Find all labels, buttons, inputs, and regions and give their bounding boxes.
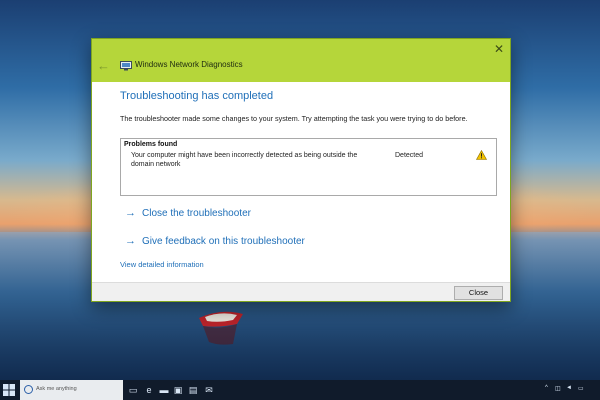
taskbar-search-placeholder: Ask me anything (36, 386, 77, 392)
network-tray-icon[interactable]: ◫ (555, 385, 561, 392)
notifications-tray-icon[interactable]: ▭ (578, 385, 584, 392)
close-button[interactable]: Close (454, 286, 503, 300)
close-troubleshooter-link[interactable]: → Close the troubleshooter (125, 207, 251, 219)
warning-icon (476, 150, 487, 160)
give-feedback-link[interactable]: → Give feedback on this troubleshooter (125, 235, 305, 247)
problems-found-panel: Problems found Your computer might have … (120, 138, 497, 196)
network-diagnostics-dialog: ← Windows Network Diagnostics ✕ Troubles… (91, 38, 511, 302)
tray-chevron-icon[interactable]: ^ (545, 385, 548, 391)
problem-status: Detected (395, 152, 424, 159)
app-icon[interactable]: ▤ (187, 384, 199, 396)
edge-icon[interactable]: e (143, 384, 155, 396)
start-icon[interactable] (3, 384, 15, 396)
arrow-right-icon: → (125, 235, 136, 247)
close-troubleshooter-label: Close the troubleshooter (142, 208, 251, 219)
task-view-icon[interactable]: ▭ (127, 384, 139, 396)
mail-icon[interactable]: ✉ (203, 384, 215, 396)
file-explorer-icon[interactable]: ▬ (158, 384, 170, 396)
taskbar-search-box[interactable]: Ask me anything (20, 380, 123, 400)
give-feedback-label: Give feedback on this troubleshooter (142, 236, 305, 247)
store-icon[interactable]: ▣ (172, 384, 184, 396)
back-arrow-icon[interactable]: ← (97, 59, 111, 73)
page-heading: Troubleshooting has completed (120, 90, 274, 102)
window-title: Windows Network Diagnostics (135, 60, 243, 69)
description-text: The troubleshooter made some changes to … (120, 114, 468, 123)
arrow-right-icon: → (125, 207, 136, 219)
taskbar: Ask me anything ▭ e ▬ ▣ ▤ ✉ ^ ◫ ◄ ▭ (0, 380, 600, 400)
title-bar: ← Windows Network Diagnostics ✕ (92, 39, 510, 82)
cortana-icon (24, 385, 33, 394)
close-window-button[interactable]: ✕ (490, 41, 508, 57)
network-diagnostics-app-icon (120, 61, 132, 71)
dialog-footer: Close (92, 282, 510, 301)
problems-found-header: Problems found (124, 141, 178, 148)
problem-description: Your computer might have been incorrectl… (131, 152, 358, 168)
volume-tray-icon[interactable]: ◄ (566, 385, 572, 391)
view-detailed-information-link[interactable]: View detailed information (120, 260, 204, 269)
desktop-boat (199, 311, 243, 345)
